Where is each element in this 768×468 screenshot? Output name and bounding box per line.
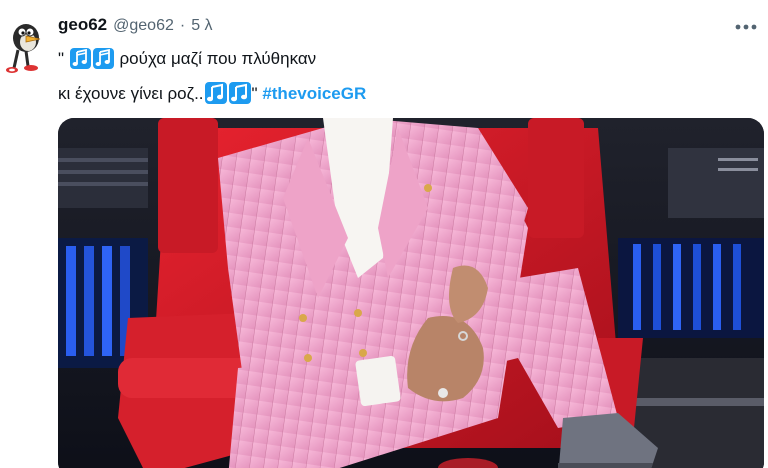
tweet-timestamp[interactable]: 5 λ — [191, 17, 212, 35]
beamed-sixteenth-notes-icon — [69, 48, 91, 79]
close-quote: " — [251, 84, 258, 103]
cartoon-bird-avatar-icon — [6, 24, 41, 73]
hashtag-link[interactable]: #thevoiceGR — [262, 84, 366, 103]
tweet-text-second-line: κι έχουνε γίνει ροζ.. — [58, 84, 204, 103]
tweet-media-photo[interactable] — [58, 118, 764, 468]
tweet-header: geo62 @geo62 · 5 λ — [58, 15, 213, 39]
photo-illustration — [58, 118, 764, 468]
author-display-name[interactable]: geo62 — [58, 15, 107, 35]
tweet-card[interactable]: geo62 @geo62 · 5 λ " ρούχα μαζί που πλύθ… — [0, 0, 768, 468]
tweet-text-line-2: κι έχουνε γίνει ροζ.. " #thevoiceGR — [58, 79, 718, 114]
header-separator: · — [179, 17, 186, 34]
beamed-eighth-notes-icon — [204, 82, 227, 114]
tweet-text-first-line: ρούχα μαζί που πλύθηκαν — [119, 49, 317, 68]
beamed-eighth-notes-icon — [228, 82, 251, 114]
tweet-text: " ρούχα μαζί που πλύθηκαν κι έχουνε γίνε… — [58, 44, 718, 114]
more-options-button[interactable] — [732, 18, 760, 36]
open-quote: " — [58, 49, 65, 68]
more-options-icon — [735, 24, 757, 30]
beamed-sixteenth-notes-icon — [92, 48, 114, 79]
author-handle[interactable]: @geo62 — [113, 17, 174, 35]
tweet-text-line-1: " ρούχα μαζί που πλύθηκαν — [58, 44, 718, 79]
avatar[interactable] — [6, 16, 50, 80]
